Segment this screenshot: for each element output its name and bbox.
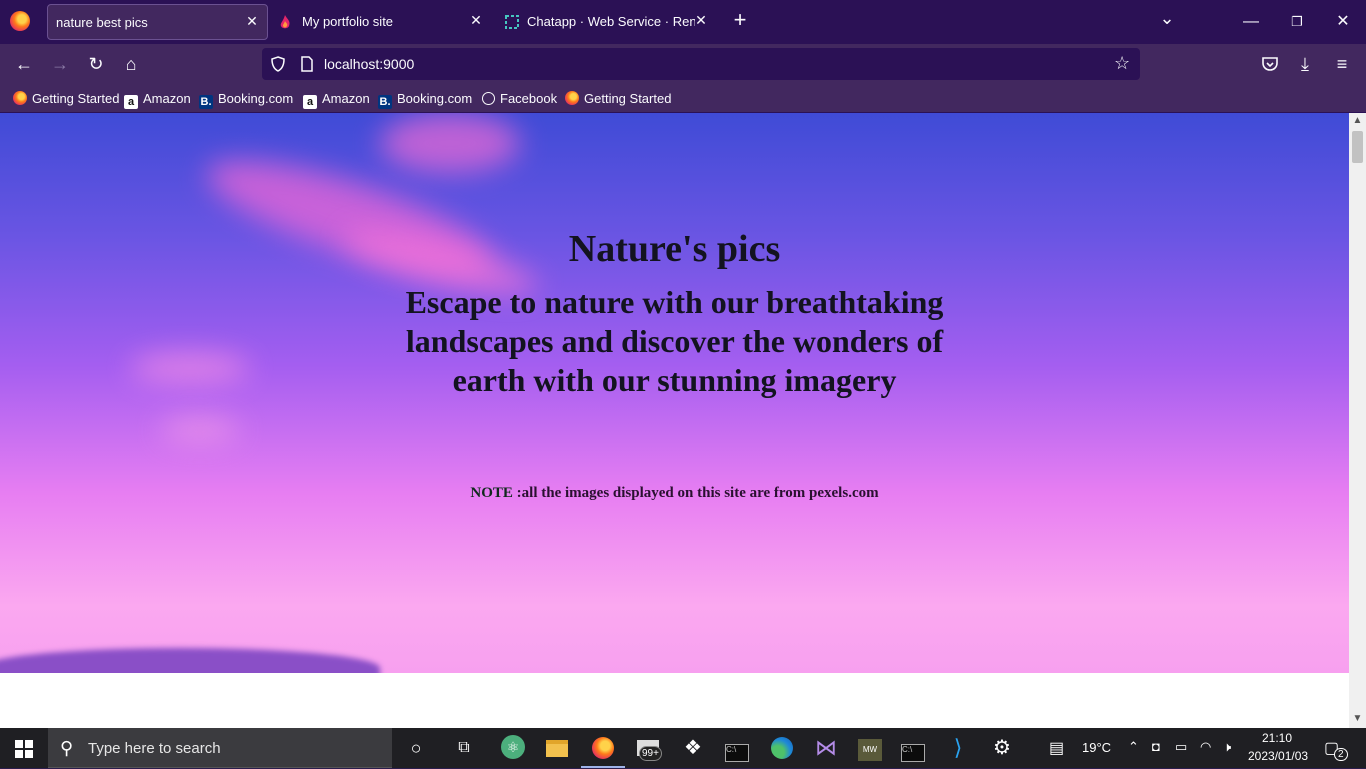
wifi-icon[interactable]: ◠ — [1200, 739, 1211, 755]
task-view-icon[interactable]: ⧉ — [450, 734, 478, 762]
meet-now-icon[interactable]: ◘ — [1152, 739, 1160, 754]
bookmark-booking[interactable]: B. Booking.com — [199, 90, 294, 109]
windows-taskbar: ⚲ Type here to search ○ ⧉ ⚛ 99+ ❖ C:\ ⋈ … — [0, 728, 1366, 768]
amazon-icon: a — [303, 95, 317, 109]
taskbar-search-box[interactable]: ⚲ Type here to search — [48, 728, 392, 768]
bookmark-amazon[interactable]: a Amazon — [124, 90, 191, 109]
page-title: Nature's pics — [568, 228, 781, 270]
volume-muted-icon[interactable]: 🕨 — [1223, 739, 1231, 755]
close-tab-icon[interactable]: ✕ — [468, 12, 484, 28]
scrollbar-thumb[interactable] — [1352, 131, 1363, 163]
pocket-icon[interactable] — [1261, 56, 1279, 72]
note-text: :all the images displayed on this site a… — [516, 485, 879, 501]
cortana-icon[interactable]: ○ — [402, 734, 430, 762]
new-tab-button[interactable]: + — [729, 9, 751, 31]
downloads-icon[interactable]: ⤓ — [1293, 52, 1317, 76]
restore-window-icon[interactable]: ❐ — [1286, 12, 1308, 32]
battery-icon[interactable]: ▭ — [1175, 739, 1187, 755]
bookmark-label: Getting Started — [32, 91, 120, 106]
tab-my-portfolio-site[interactable]: My portfolio site ✕ — [272, 4, 492, 40]
globe-icon — [482, 92, 495, 105]
game-app-icon[interactable]: MW — [856, 734, 884, 762]
bookmark-booking[interactable]: B. Booking.com — [378, 90, 473, 109]
close-tab-icon[interactable]: ✕ — [244, 13, 260, 29]
list-all-tabs-icon[interactable]: ⌄ — [1156, 8, 1178, 28]
firefox-taskbar-icon[interactable] — [581, 734, 625, 768]
home-icon[interactable]: ⌂ — [119, 52, 143, 76]
tracking-protection-shield-icon[interactable] — [270, 56, 286, 72]
clock-time[interactable]: 21:10 — [1248, 731, 1306, 745]
sky-cloud — [380, 113, 520, 173]
page-info-icon[interactable] — [300, 56, 314, 72]
edge-icon[interactable] — [768, 734, 796, 762]
firefox-icon — [565, 91, 579, 105]
hero-section: Nature's pics Escape to nature with our … — [0, 113, 1349, 673]
visual-studio-icon[interactable]: ⋈ — [812, 734, 840, 762]
portfolio-favicon-icon — [280, 15, 290, 29]
firefox-menu-icon[interactable] — [10, 11, 30, 31]
bookmark-label: Facebook — [500, 91, 558, 106]
app-menu-icon[interactable]: ≡ — [1330, 52, 1354, 76]
news-widget-icon[interactable]: ▤ — [1049, 738, 1064, 758]
tab-nature-best-pics[interactable]: nature best pics ✕ — [47, 4, 268, 40]
dropbox-icon[interactable]: ❖ — [679, 734, 707, 762]
address-bar[interactable]: localhost:9000 ☆ — [262, 48, 1140, 80]
atom-app-icon[interactable]: ⚛ — [499, 734, 527, 762]
bookmarks-toolbar: Getting Started a Amazon B. Booking.com aA… — [0, 84, 1366, 113]
forward-icon[interactable]: → — [48, 52, 72, 76]
tab-title: My portfolio site — [302, 14, 394, 29]
close-window-icon[interactable]: ✕ — [1332, 12, 1354, 32]
tab-title: nature best pics — [56, 15, 148, 30]
command-prompt-icon[interactable]: C:\ — [899, 734, 927, 762]
file-explorer-icon[interactable] — [543, 734, 571, 762]
mail-icon[interactable]: 99+ — [634, 734, 662, 762]
render-favicon-icon — [505, 15, 519, 29]
back-icon[interactable]: ← — [12, 52, 36, 76]
distant-hill — [0, 648, 380, 673]
page-viewport: Nature's pics Escape to nature with our … — [0, 113, 1349, 728]
reload-icon[interactable]: ↻ — [84, 52, 108, 76]
minimize-window-icon[interactable]: — — [1240, 12, 1262, 32]
bookmark-star-icon[interactable]: ☆ — [1114, 53, 1130, 74]
bookmark-label: Booking.com — [397, 91, 473, 106]
bookmark-amazon[interactable]: a Amazon — [303, 90, 370, 109]
tab-chatapp-web-service[interactable]: Chatapp · Web Service · Ren ✕ — [499, 4, 711, 40]
bookmark-getting-started[interactable]: Getting Started — [565, 90, 671, 108]
close-tab-icon[interactable]: ✕ — [693, 12, 709, 28]
search-placeholder: Type here to search — [88, 740, 221, 757]
navigation-toolbar: ← → ↻ ⌂ localhost:9000 ☆ ⤓ ≡ — [0, 44, 1366, 84]
bookmark-label: Amazon — [322, 91, 370, 106]
firefox-icon — [13, 91, 27, 105]
settings-gear-icon[interactable]: ⚙ — [988, 734, 1016, 762]
bookmark-getting-started[interactable]: Getting Started — [13, 90, 119, 108]
clock-date[interactable]: 2023/01/03 — [1248, 749, 1308, 763]
sky-cloud — [160, 418, 240, 442]
tab-strip: nature best pics ✕ My portfolio site ✕ C… — [0, 0, 1366, 44]
amazon-icon: a — [124, 95, 138, 109]
windows-start-icon[interactable] — [15, 740, 33, 758]
bookmark-label: Getting Started — [584, 91, 672, 106]
scroll-up-arrow-icon[interactable]: ▲ — [1349, 115, 1366, 126]
search-icon: ⚲ — [60, 738, 74, 758]
notification-count-badge: 2 — [1334, 748, 1348, 761]
sky-cloud — [130, 353, 250, 383]
bookmark-label: Amazon — [143, 91, 191, 106]
terminal-icon[interactable]: C:\ — [723, 734, 751, 762]
show-hidden-icons-chevron-icon[interactable]: ⌃ — [1128, 739, 1139, 755]
tab-title: Chatapp · Web Service · Ren — [527, 14, 695, 29]
weather-temperature[interactable]: 19°C — [1082, 740, 1111, 755]
scroll-down-arrow-icon[interactable]: ▼ — [1349, 713, 1366, 724]
booking-icon: B. — [199, 95, 213, 109]
bookmark-label: Booking.com — [218, 91, 294, 106]
page-scrollbar[interactable]: ▲ ▼ — [1349, 113, 1366, 728]
image-credit-note: NOTE :all the images displayed on this s… — [0, 485, 1349, 502]
url-text[interactable]: localhost:9000 — [324, 56, 414, 72]
page-subtitle: Escape to nature with our breathtaking l… — [405, 284, 944, 398]
mail-badge: 99+ — [639, 746, 662, 761]
note-label: NOTE — [470, 485, 513, 501]
vscode-icon[interactable]: ⟩ — [944, 734, 972, 762]
booking-icon: B. — [378, 95, 392, 109]
bookmark-facebook[interactable]: Facebook — [482, 90, 557, 108]
